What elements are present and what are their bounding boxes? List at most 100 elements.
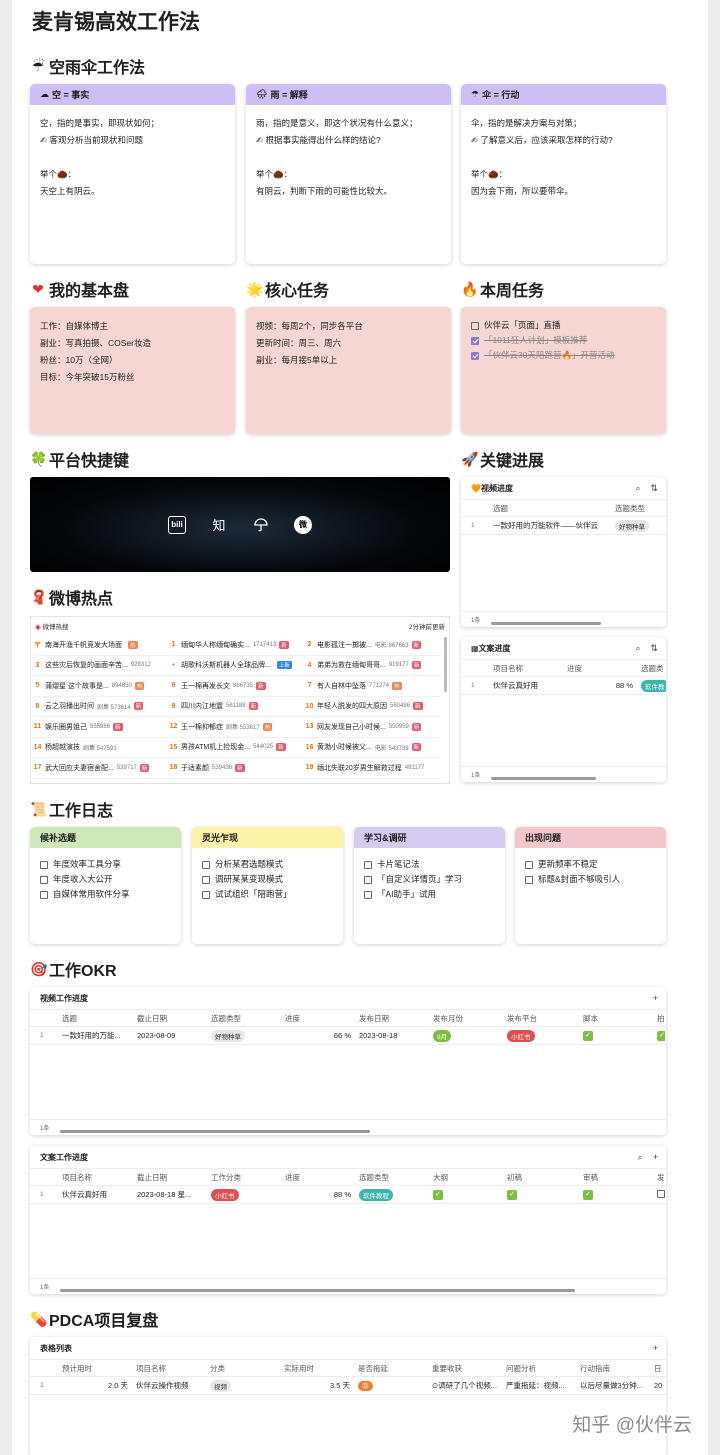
col-header[interactable]: 是否拖延 xyxy=(354,1363,428,1374)
table-row[interactable]: 1 一款好用的万能... 2023-08-09 好物种草 66 % 2023-08-18 8… xyxy=(30,1027,666,1045)
col-header[interactable]: 初稿 xyxy=(503,1172,579,1183)
hot-search-item[interactable]: 15 男孩ATM机上捡现金... 544025 新 xyxy=(169,738,305,758)
cell[interactable]: 2023-08-18 星... xyxy=(133,1189,207,1200)
todo-item[interactable]: 「伙伴云30天陪跑营🔥」开营活动 xyxy=(471,348,656,363)
col-header[interactable]: 问题分析 xyxy=(502,1363,576,1374)
cell[interactable]: ✓ xyxy=(429,1189,503,1200)
col-header[interactable]: 选题类型 xyxy=(355,1172,429,1183)
check-icon[interactable]: ✓ xyxy=(507,1190,517,1200)
log-col-ideas[interactable]: 灵光乍现 分析某君选题模式 调研某某变现模式 试试组织「陪跑营」 xyxy=(192,827,343,944)
todo-item[interactable]: 「自定义详情页」学习 xyxy=(364,872,495,887)
checkbox[interactable] xyxy=(525,875,533,884)
cell[interactable]: 小红书 xyxy=(503,1029,579,1042)
search-icon[interactable]: ⌕ xyxy=(635,483,640,494)
todo-item[interactable]: 年度效率工具分享 xyxy=(40,857,171,872)
scrollbar[interactable] xyxy=(60,1289,575,1292)
cell[interactable]: 以后尽量做3分钟... xyxy=(576,1380,650,1391)
hot-search-item[interactable]: 5 蒲熠星 这个故事是... 894850 热 xyxy=(33,676,169,697)
table-row[interactable]: 1 一款好用的万能软件——伙伴云 好物种草 xyxy=(461,517,666,535)
hot-search-item[interactable]: 14 杨超越演技 剧集 547593 xyxy=(33,738,169,758)
col-header[interactable]: 工作分类 xyxy=(207,1172,281,1183)
cell[interactable] xyxy=(653,1189,665,1200)
cell[interactable]: 20 xyxy=(650,1381,666,1390)
col-header[interactable]: 发布平台 xyxy=(503,1013,579,1024)
col-header[interactable]: 进度 xyxy=(281,1172,355,1183)
hot-search-item[interactable]: 7 有人自林中坠落 771274 热 xyxy=(305,676,441,697)
cell[interactable]: ⊙调研了几个视频... xyxy=(428,1380,502,1391)
hot-search-item[interactable]: 10 年轻人脱发的四大原因 560486 新 xyxy=(305,697,441,717)
col-header[interactable]: 日 xyxy=(650,1363,666,1374)
col-header[interactable]: 选题类型 xyxy=(611,503,661,514)
checkbox[interactable] xyxy=(525,860,533,869)
cell[interactable]: 2.0 天 xyxy=(58,1380,132,1391)
cell[interactable]: ✓ xyxy=(503,1189,579,1200)
todo-item[interactable]: 分析某君选题模式 xyxy=(202,857,333,872)
checkbox[interactable] xyxy=(40,875,48,884)
cell[interactable]: 一款好用的万能软件——伙伴云 xyxy=(489,520,611,531)
hot-search-item[interactable]: 12 王一棉抑郁症 剧集 553617 热 xyxy=(169,717,305,738)
base-card[interactable]: 工作：自媒体博主 副业：写真拍摄、COSer妆造 粉丝：10万（全网） 目标：今年突破… xyxy=(30,307,235,434)
hot-search-item[interactable]: 4 弟弟为救在缅甸哥哥... 919177 新 xyxy=(305,656,441,676)
cell[interactable]: 视频 xyxy=(206,1379,280,1392)
week-card[interactable]: 伙伴云「页面」直播 「1011狂人计划」模板推荐 「伙伴云30天陪跑营🔥」开营活… xyxy=(461,307,666,434)
hot-search-item[interactable]: 3 这些灾后恢复的画面辛苦... 928312 xyxy=(33,656,169,676)
hot-search-item[interactable]: 2 电影孤注一掷被... 电影 967663 新 xyxy=(305,635,441,656)
cell[interactable]: 😡 xyxy=(354,1380,428,1391)
cell[interactable]: 伙伴云真好用 xyxy=(58,1189,133,1200)
table-row[interactable]: 1 伙伴云真好用 2023-08-18 星... 小红书 88 % 软件教程 ✓ ✓ ✓ xyxy=(30,1186,666,1204)
todo-item[interactable]: 调研某某变现模式 xyxy=(202,872,333,887)
cell[interactable]: 8月 xyxy=(429,1029,503,1042)
col-header[interactable]: 发布月份 xyxy=(429,1013,503,1024)
add-icon[interactable]: + xyxy=(653,993,658,1003)
col-header[interactable]: 发布日期 xyxy=(355,1013,429,1024)
col-header[interactable]: 分类 xyxy=(206,1363,280,1374)
scrollbar[interactable] xyxy=(491,622,601,625)
search-icon[interactable]: ⌕ xyxy=(635,643,640,654)
todo-item[interactable]: 伙伴云「页面」直播 xyxy=(471,318,656,333)
col-header[interactable]: 发 xyxy=(653,1172,665,1183)
checkbox-checked[interactable] xyxy=(471,351,479,360)
hot-search-item[interactable]: 16 黄渤小时候被父... 电影 543739 新 xyxy=(305,738,441,758)
hot-search-item[interactable]: 17 武大回应夫妻宿舍配... 539717 新 xyxy=(33,758,169,779)
col-header[interactable]: 截止日期 xyxy=(133,1172,207,1183)
table-row[interactable]: 1 伙伴云真好用 88 % 软件教 xyxy=(461,677,666,695)
col-header[interactable]: 行动指南 xyxy=(576,1363,650,1374)
col-header[interactable]: 进度 xyxy=(281,1013,355,1024)
scrollbar[interactable] xyxy=(60,1130,370,1133)
zhihu-icon[interactable]: 知 xyxy=(210,516,228,534)
col-header[interactable]: 预计用时 xyxy=(58,1363,132,1374)
cell[interactable]: 好物种草 xyxy=(207,1029,281,1042)
checkbox[interactable] xyxy=(40,890,48,899)
cell[interactable]: 伙伴云真好用 xyxy=(489,680,563,691)
cell[interactable]: 严重拖延：视频... xyxy=(502,1380,576,1391)
log-col-problems[interactable]: 出现问题 更新频率不稳定 标题&封面不够吸引人 xyxy=(515,827,666,944)
cell[interactable]: 2023-08-18 xyxy=(355,1031,429,1040)
checkbox-checked[interactable] xyxy=(471,336,479,345)
checkbox[interactable] xyxy=(202,875,210,884)
cell[interactable]: 一款好用的万能... xyxy=(58,1030,133,1041)
search-icon[interactable]: ⌕ xyxy=(638,1152,643,1163)
scrollbar[interactable] xyxy=(444,637,447,692)
add-icon[interactable]: + xyxy=(653,1152,658,1163)
cell[interactable]: ✓ xyxy=(653,1030,665,1041)
cell[interactable]: 88 % xyxy=(281,1190,355,1199)
checkbox[interactable] xyxy=(657,1189,665,1198)
hot-search-item[interactable]: 19 缅北失联20岁男生解救过程 481177 xyxy=(305,758,441,779)
hot-search-item[interactable]: 13 网友发现自己小时候... 550959 新 xyxy=(305,717,441,738)
add-icon[interactable]: + xyxy=(653,1343,658,1353)
checkbox[interactable] xyxy=(364,875,372,884)
cell[interactable]: 2023-08-09 xyxy=(133,1031,207,1040)
todo-item[interactable]: 试试组织「陪跑营」 xyxy=(202,887,333,902)
cell[interactable]: 88 % xyxy=(563,681,637,690)
weibo-icon[interactable]: 微 xyxy=(294,515,312,534)
col-header[interactable]: 拍 xyxy=(653,1013,665,1024)
hot-search-item[interactable]: 9 四川内江地震 561188 新 xyxy=(169,697,305,717)
col-header[interactable]: 选题类 xyxy=(637,663,666,674)
check-icon[interactable]: ✓ xyxy=(657,1031,665,1041)
col-header[interactable]: 大纲 xyxy=(429,1172,503,1183)
cell[interactable]: ✓ xyxy=(579,1189,653,1200)
hot-search-item[interactable]: 18 于适素颜 539436 新 xyxy=(169,758,305,779)
core-card[interactable]: 视频：每周2个，同步各平台 更新时间：周三、周六 副业：每月接5单以上 xyxy=(246,307,451,434)
cell[interactable]: ✓ xyxy=(579,1030,653,1041)
umbrella-icon[interactable] xyxy=(252,516,270,534)
